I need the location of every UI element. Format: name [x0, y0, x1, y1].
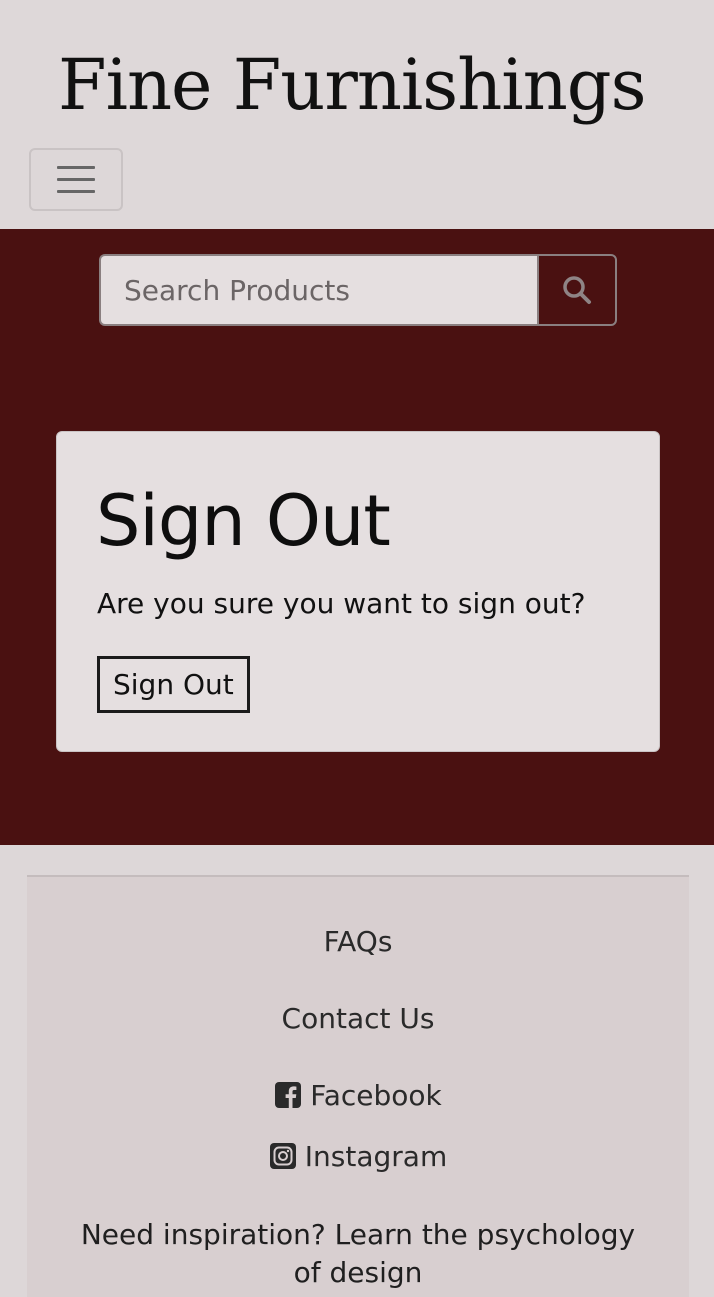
- footer-link-faqs[interactable]: FAQs: [27, 924, 689, 960]
- search-input[interactable]: [99, 254, 538, 326]
- site-footer: FAQs Contact Us Facebook Instagram Need …: [0, 845, 714, 1297]
- footer-link-label: Instagram: [304, 1140, 448, 1173]
- footer-link-label: FAQs: [323, 925, 393, 958]
- inspiration-link[interactable]: Need inspiration? Learn the psychology o…: [67, 1216, 649, 1292]
- search-icon: [563, 276, 591, 304]
- facebook-icon: [275, 1082, 302, 1108]
- footer-link-label: Facebook: [310, 1079, 442, 1112]
- site-header: Fine Furnishings: [0, 0, 714, 229]
- footer-panel: FAQs Contact Us Facebook Instagram Need …: [27, 875, 689, 1297]
- instagram-icon: [269, 1143, 296, 1169]
- brand-logo-text[interactable]: Fine Furnishings: [58, 40, 647, 130]
- hamburger-menu-icon-line: [57, 190, 95, 193]
- page-title: Sign Out: [96, 480, 391, 562]
- hamburger-menu-icon-line: [57, 166, 95, 169]
- sign-out-button[interactable]: Sign Out: [97, 656, 250, 713]
- search-form: [99, 254, 617, 326]
- footer-link-instagram[interactable]: Instagram: [27, 1139, 689, 1175]
- footer-link-label: Contact Us: [281, 1002, 435, 1035]
- search-button[interactable]: [537, 254, 617, 326]
- hamburger-menu-icon-line: [57, 178, 95, 181]
- navbar-toggle-button[interactable]: [29, 148, 123, 211]
- footer-link-facebook[interactable]: Facebook: [27, 1078, 689, 1114]
- main-content: Sign Out Are you sure you want to sign o…: [0, 229, 714, 845]
- signout-confirmation-text: Are you sure you want to sign out?: [97, 587, 586, 620]
- footer-link-contact-us[interactable]: Contact Us: [27, 1001, 689, 1037]
- signout-card: Sign Out Are you sure you want to sign o…: [56, 431, 660, 752]
